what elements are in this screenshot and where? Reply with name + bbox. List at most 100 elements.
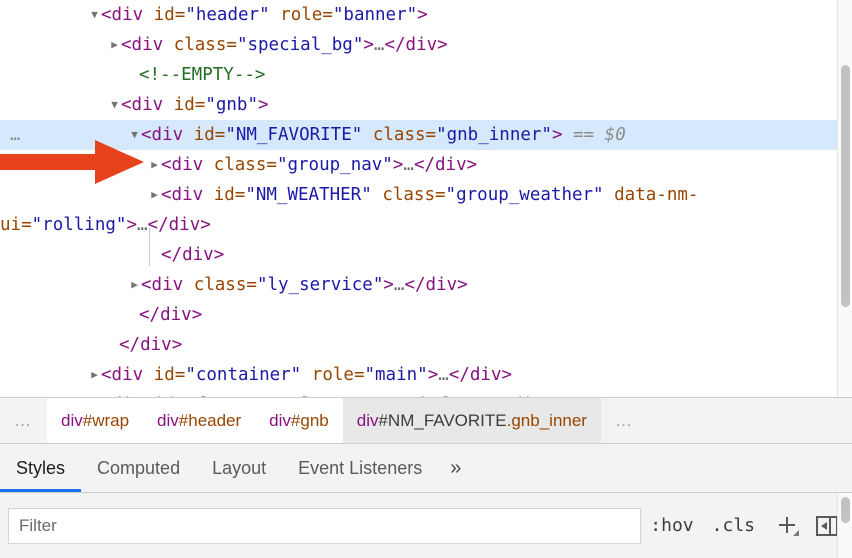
- token-attname: role: [280, 395, 322, 397]
- dom-node-empty_comment[interactable]: <!--EMPTY-->: [0, 60, 852, 90]
- token-punct_eq: =: [266, 155, 277, 175]
- dom-node-ly_service[interactable]: <div class="ly_service">…</div>: [0, 270, 852, 300]
- token-attname: role: [280, 5, 323, 25]
- token-tag: div: [171, 185, 204, 205]
- token-attval: "NM_FAVORITE": [225, 125, 363, 145]
- token-punct_eq: =: [214, 125, 226, 145]
- token-attval: "ly_service": [256, 275, 384, 295]
- dom-node-special_bg[interactable]: <div class="special_bg">…</div>: [0, 30, 852, 60]
- filter-input[interactable]: [8, 507, 642, 544]
- breadcrumb[interactable]: … div #wrap div #header div #gnb div #NM_FAVORI…: [0, 398, 852, 444]
- token-attval: "header": [185, 5, 270, 25]
- dom-tree[interactable]: <div id="header" role="banner"><div clas…: [0, 0, 852, 397]
- token-attval: "group_nav": [276, 155, 393, 175]
- new-style-rule-button[interactable]: [770, 509, 804, 543]
- chevron-right-icon[interactable]: [148, 180, 161, 210]
- tab-layout[interactable]: Layout: [196, 444, 282, 492]
- styles-scrollbar[interactable]: [837, 493, 852, 558]
- dom-tree-scrollbar[interactable]: [837, 0, 852, 397]
- token-angle: >: [457, 275, 468, 295]
- chevron-right-icon[interactable]: [88, 390, 101, 397]
- token-punct_eq: =: [234, 185, 246, 205]
- token-angle: <: [161, 155, 172, 175]
- dom-node-NM_FAVORITE[interactable]: …<div id="NM_FAVORITE" class="gnb_inner"…: [0, 120, 852, 150]
- token-tag: div: [151, 125, 184, 145]
- token-attname: class: [173, 35, 227, 55]
- dom-node-footer[interactable]: <div id="footer" role="contentinfo"> </d…: [0, 390, 852, 397]
- token-angle: >: [437, 35, 448, 55]
- chevron-down-icon[interactable]: [128, 120, 141, 150]
- styles-scrollbar-thumb[interactable]: [841, 497, 850, 523]
- cls-button[interactable]: .cls: [703, 509, 764, 543]
- token-punct_eq: =: [246, 275, 257, 295]
- dom-node-text: <div class="group_nav">…</div>: [0, 150, 852, 180]
- dom-tree-scrollbar-thumb[interactable]: [841, 65, 850, 307]
- token-angle: >: [466, 155, 478, 175]
- tab-label: Computed: [97, 457, 181, 478]
- token-angle: <: [141, 125, 152, 145]
- token-punct_eq: =: [174, 5, 186, 25]
- chevron-down-icon[interactable]: [108, 90, 121, 120]
- token-angle: <: [121, 95, 132, 115]
- breadcrumb-overflow-right[interactable]: …: [601, 398, 648, 443]
- token-attname: class: [193, 275, 247, 295]
- breadcrumb-item-header[interactable]: div #header: [143, 398, 256, 443]
- dom-node-NM_WEATHER[interactable]: <div id="NM_WEATHER" class="group_weathe…: [0, 180, 852, 240]
- token-attname: id: [193, 125, 215, 145]
- breadcrumb-overflow-left[interactable]: …: [0, 398, 47, 443]
- dom-node-header[interactable]: <div id="header" role="banner">: [0, 0, 852, 30]
- tab-styles[interactable]: Styles: [0, 444, 82, 492]
- token-ellip: …: [393, 275, 405, 295]
- token-tag: div: [160, 305, 192, 325]
- dom-node-gnb[interactable]: <div id="gnb">: [0, 90, 852, 120]
- dom-node-text: <div id="NM_WEATHER" class="group_weathe…: [0, 180, 852, 240]
- tab-label: Event Listeners: [298, 457, 423, 478]
- dom-node-close_gnb_inner[interactable]: </div>: [0, 240, 852, 270]
- token-punct_eq: =: [425, 125, 437, 145]
- token-tag: div: [405, 35, 438, 55]
- breadcrumb-tag: div: [356, 410, 379, 430]
- token-angle: >: [126, 215, 137, 235]
- token-angle: >: [200, 215, 211, 235]
- breadcrumb-item-nm_favorite[interactable]: div #NM_FAVORITE .gnb_inner: [342, 398, 601, 443]
- token-angle: </: [413, 155, 436, 175]
- token-ellip: …: [438, 365, 449, 385]
- dom-node-container[interactable]: <div id="container" role="main">…</div>: [0, 360, 852, 390]
- chevron-right-icon[interactable]: [108, 30, 121, 60]
- token-attval: "container": [185, 365, 302, 385]
- chevron-right-icon[interactable]: [88, 360, 101, 390]
- token-attval: "group_weather": [445, 185, 604, 205]
- hov-button[interactable]: :hov: [641, 509, 702, 543]
- breadcrumb-item-wrap[interactable]: div #wrap: [47, 398, 144, 443]
- chevron-right-icon[interactable]: [148, 150, 161, 180]
- dom-node-close_header[interactable]: </div>: [0, 330, 852, 360]
- sidebar-tabs[interactable]: Styles Computed Layout Event Listeners »: [0, 444, 852, 493]
- chevron-down-icon[interactable]: [88, 0, 101, 30]
- token-tag: div: [112, 395, 144, 397]
- token-angle: >: [427, 365, 439, 385]
- tab-event-listeners[interactable]: Event Listeners: [282, 444, 438, 492]
- dom-node-close_gnb[interactable]: </div>: [0, 300, 852, 330]
- styles-toolbar[interactable]: :hov .cls: [0, 493, 852, 558]
- token-attval: "gnb_inner": [436, 125, 552, 145]
- dom-tree-pane[interactable]: <div id="header" role="banner"><div clas…: [0, 0, 852, 398]
- indent-guide: [149, 228, 150, 266]
- token-angle: <: [121, 35, 132, 55]
- dom-node-group_nav[interactable]: <div class="group_nav">…</div>: [0, 150, 852, 180]
- chevron-right-icon[interactable]: [128, 270, 141, 300]
- token-attname: class: [372, 125, 426, 145]
- dom-node-text: <!--EMPTY-->: [0, 60, 852, 90]
- token-ellip: …: [137, 215, 148, 235]
- dom-node-text: <div id="NM_FAVORITE" class="gnb_inner">…: [0, 120, 852, 150]
- breadcrumb-item-gnb[interactable]: div #gnb: [255, 398, 343, 443]
- tabs-more-button[interactable]: »: [438, 457, 473, 480]
- token-angle: </: [491, 395, 512, 397]
- token-punct_eq: =: [174, 365, 186, 385]
- tab-computed[interactable]: Computed: [81, 444, 196, 492]
- token-attval: "banner": [332, 5, 418, 25]
- token-attval: "special_bg": [236, 35, 364, 55]
